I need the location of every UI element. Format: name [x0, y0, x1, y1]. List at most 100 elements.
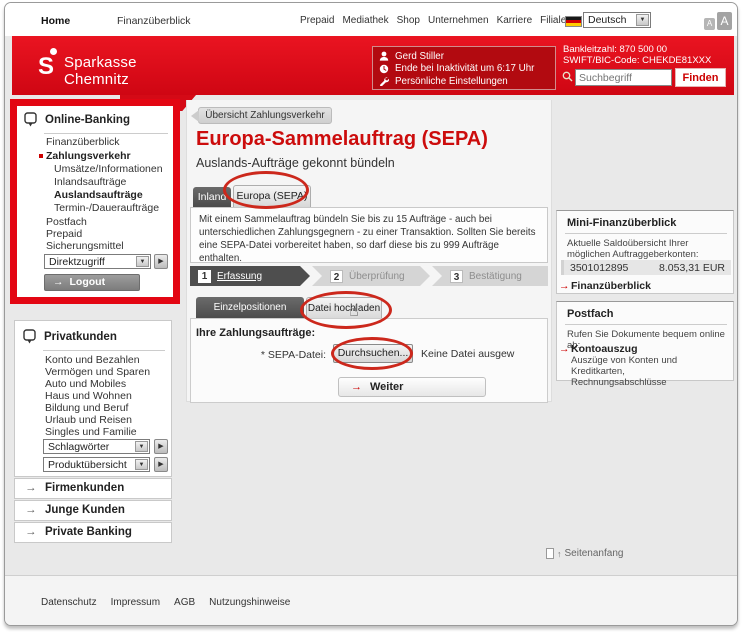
- sidebar-item-postfach[interactable]: Postfach: [46, 216, 87, 228]
- direct-access-value: Direktzugriff: [49, 256, 105, 268]
- arrow-right-icon: →: [559, 343, 570, 355]
- clock-icon: [379, 64, 389, 74]
- sidebar-section-private-banking[interactable]: → Private Banking: [14, 522, 172, 543]
- brand-name: Sparkasse: [64, 54, 137, 71]
- sidebar-item-inlandsauftraege[interactable]: Inlandsaufträge: [54, 176, 126, 188]
- user-session-box: Gerd Stiller Ende bei Inaktivität um 6:1…: [372, 46, 556, 90]
- logout-button[interactable]: →Logout: [44, 274, 140, 291]
- file-status-text: Keine Datei ausgew: [421, 348, 514, 360]
- arrow-right-icon: →: [53, 276, 64, 288]
- active-bullet: [39, 154, 43, 158]
- sidebar-item-vermoegen[interactable]: Vermögen und Sparen: [45, 366, 150, 378]
- produktuebersicht-go-button[interactable]: ▶: [154, 457, 168, 472]
- schlagwoerter-go-button[interactable]: ▶: [154, 439, 168, 454]
- wizard-step-erfassung[interactable]: 1 Erfassung: [190, 266, 310, 286]
- kontoauszug-link[interactable]: Kontoauszug: [571, 343, 638, 355]
- nav-finanzueberblick[interactable]: Finanzüberblick: [117, 15, 191, 27]
- mini-finanz-desc: Aktuelle Saldoübersicht Ihrer möglichen …: [567, 238, 733, 260]
- sidebar-item-singles[interactable]: Singles und Familie: [45, 426, 137, 438]
- seitenanfang-label: Seitenanfang: [565, 548, 624, 559]
- sidebar-item-finanzueberblick[interactable]: Finanzüberblick: [46, 136, 120, 148]
- font-size-small-button[interactable]: A: [704, 18, 715, 30]
- sparkasse-online-banking-page: Home Finanzüberblick Prepaid Mediathek S…: [0, 0, 742, 632]
- sidebar-item-auslandsauftraege[interactable]: Auslandsaufträge: [54, 189, 143, 201]
- sepa-file-label: * SEPA-Datei:: [228, 349, 326, 361]
- sidebar-item-prepaid[interactable]: Prepaid: [46, 228, 82, 240]
- footer-link-datenschutz[interactable]: Datenschutz: [41, 597, 97, 608]
- weiter-submit-button[interactable]: →Weiter: [338, 377, 486, 397]
- subtab-einzelpositionen[interactable]: Einzelpositionen erfassen: [196, 297, 304, 319]
- step-number: 2: [330, 270, 343, 283]
- sidebar-item-auto[interactable]: Auto und Mobiles: [45, 378, 126, 390]
- form-heading: Ihre Zahlungsaufträge:: [196, 327, 315, 339]
- sidebar-item-urlaub[interactable]: Urlaub und Reisen: [45, 414, 132, 426]
- footer-link-agb[interactable]: AGB: [174, 597, 195, 608]
- step-label: Erfassung: [217, 271, 262, 282]
- footer: Datenschutz Impressum AGB Nutzungshinwei…: [5, 575, 737, 625]
- wizard-steps: 1 Erfassung 2 Überprüfung 3 Bestätigung: [190, 266, 548, 286]
- arrow-up-icon: ↑: [557, 549, 562, 559]
- wrench-icon: [379, 76, 389, 86]
- browse-file-button[interactable]: Durchsuchen...: [333, 344, 413, 363]
- language-select[interactable]: Deutsch ▼: [583, 12, 651, 28]
- kontoauszug-desc: Auszüge von Konten und Kreditkarten, Rec…: [571, 355, 723, 388]
- header: S Sparkasse Chemnitz Gerd Stiller Ende b…: [12, 36, 734, 95]
- search-submit-button[interactable]: Finden: [675, 68, 726, 87]
- privatkunden-nav-box: Privatkunden Konto und Bezahlen Vermögen…: [14, 320, 172, 477]
- dialog-bubble-icon: [24, 112, 37, 128]
- sidebar-item-konto[interactable]: Konto und Bezahlen: [45, 354, 140, 366]
- chevron-down-icon[interactable]: ▼: [135, 459, 148, 470]
- sidebar-item-bildung[interactable]: Bildung und Beruf: [45, 402, 128, 414]
- nav-mediathek[interactable]: Mediathek: [342, 15, 388, 26]
- schlagwoerter-value: Schlagwörter: [48, 441, 109, 453]
- tab-inland[interactable]: Inland: [193, 187, 231, 207]
- step-label: Bestätigung: [469, 271, 522, 282]
- sidebar-item-haus[interactable]: Haus und Wohnen: [45, 390, 132, 402]
- direct-access-select[interactable]: Direktzugriff ▼: [44, 254, 151, 269]
- arrow-right-icon: →: [559, 280, 570, 292]
- sidebar-section-junge-kunden[interactable]: → Junge Kunden: [14, 500, 172, 521]
- arrow-right-icon: →: [25, 479, 37, 498]
- account-balance: 8.053,31 EUR: [659, 262, 725, 274]
- step-number: 3: [450, 270, 463, 283]
- chevron-down-icon[interactable]: ▼: [136, 256, 149, 267]
- nav-unternehmen[interactable]: Unternehmen: [428, 15, 489, 26]
- subtab-datei-hochladen[interactable]: Datei hochladen: [306, 297, 382, 319]
- section-label: Junge Kunden: [45, 501, 125, 520]
- sidebar-item-umsaetze[interactable]: Umsätze/Informationen: [54, 163, 163, 175]
- online-banking-nav-box: Online-Banking Finanzüberblick Zahlungsv…: [17, 106, 173, 297]
- back-to-overview-button[interactable]: Übersicht Zahlungsverkehr: [198, 107, 332, 124]
- footer-link-nutzungshinweise[interactable]: Nutzungshinweise: [209, 597, 290, 608]
- sidebar-item-zahlungsverkehr[interactable]: Zahlungsverkehr: [46, 150, 131, 162]
- back-to-top-link[interactable]: ↑ Seitenanfang: [546, 548, 623, 559]
- sidebar-item-sicherungsmittel[interactable]: Sicherungsmittel: [46, 240, 124, 252]
- direct-access-go-button[interactable]: ▶: [154, 254, 168, 269]
- chevron-down-icon[interactable]: ▼: [636, 14, 649, 26]
- divider: [565, 233, 727, 234]
- bank-code: Bankleitzahl: 870 500 00: [563, 44, 667, 55]
- arrow-right-icon: →: [351, 381, 362, 393]
- chevron-down-icon[interactable]: ▼: [135, 441, 148, 452]
- sidebar-section-firmenkunden[interactable]: → Firmenkunden: [14, 478, 172, 499]
- search-input[interactable]: [575, 69, 672, 86]
- nav-home[interactable]: Home: [41, 15, 70, 27]
- finanzueberblick-link[interactable]: Finanzüberblick: [571, 280, 651, 292]
- nav-prepaid[interactable]: Prepaid: [300, 15, 334, 26]
- personal-settings-link[interactable]: Persönliche Einstellungen: [395, 76, 508, 87]
- dialog-bubble-icon: [23, 329, 36, 345]
- bic-code: SWIFT/BIC-Code: CHEKDE81XXX: [563, 55, 711, 66]
- schlagwoerter-select[interactable]: Schlagwörter ▼: [43, 439, 150, 454]
- tab-europa-sepa[interactable]: Europa (SEPA): [233, 185, 311, 207]
- font-size-large-button[interactable]: A: [717, 12, 732, 30]
- sidebar-item-terminauftraege[interactable]: Termin-/Daueraufträge: [54, 202, 159, 214]
- nav-shop[interactable]: Shop: [397, 15, 420, 26]
- german-flag-icon: [565, 16, 582, 27]
- step-number: 1: [198, 270, 211, 283]
- divider: [43, 350, 165, 351]
- produktuebersicht-select[interactable]: Produktübersicht ▼: [43, 457, 150, 472]
- mini-finanzueberblick-box: Mini-Finanzüberblick Aktuelle Saldoübers…: [556, 210, 734, 294]
- footer-link-impressum[interactable]: Impressum: [111, 597, 160, 608]
- nav-karriere[interactable]: Karriere: [497, 15, 533, 26]
- sparkasse-logo-icon: S: [38, 47, 62, 83]
- page-title: Europa-Sammelauftrag (SEPA): [196, 128, 488, 151]
